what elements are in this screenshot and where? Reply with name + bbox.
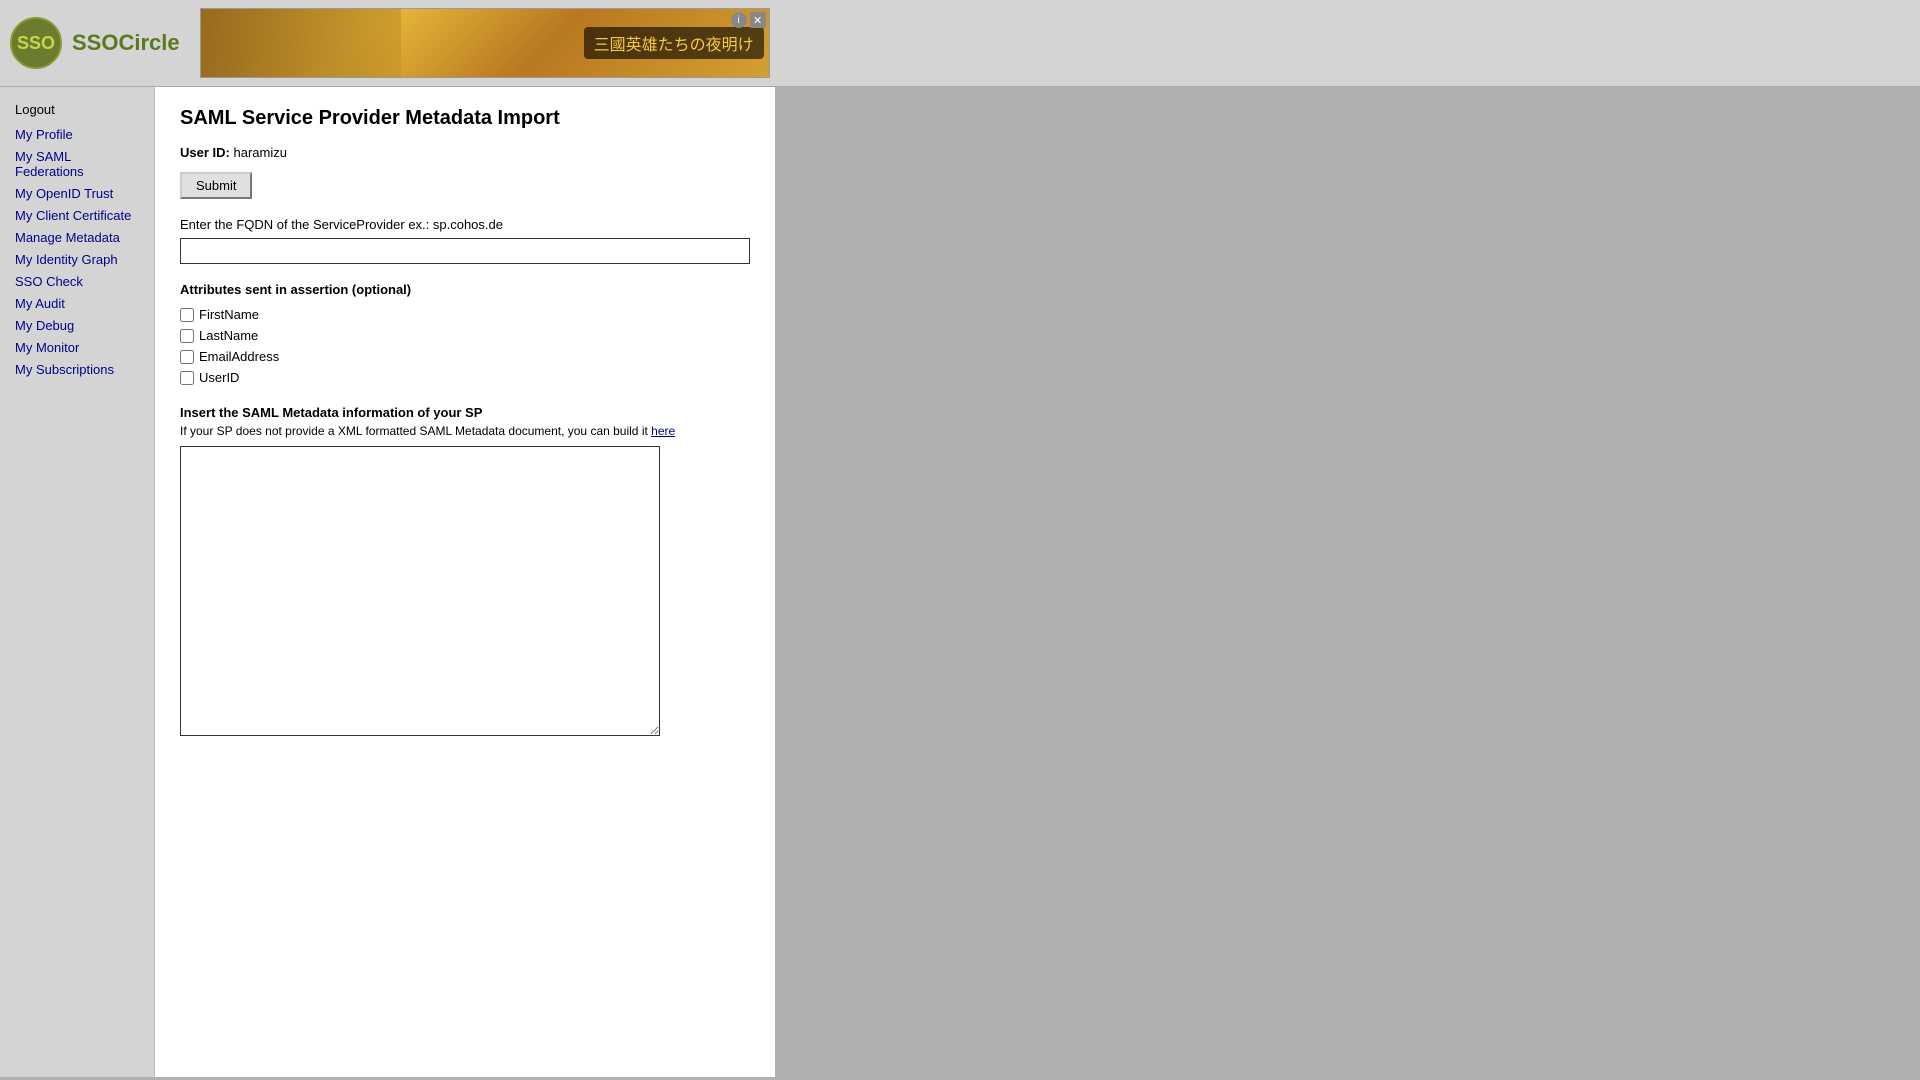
attributes-checkboxes: FirstName LastName EmailAddress UserID: [180, 307, 750, 385]
firstname-checkbox-item: FirstName: [180, 307, 750, 322]
user-id-line: User ID: haramizu: [180, 145, 750, 160]
metadata-textarea[interactable]: [180, 446, 660, 736]
lastname-checkbox[interactable]: [180, 329, 194, 343]
sidebar-item-my-openid-trust[interactable]: My OpenID Trust: [15, 186, 139, 201]
header: SSO SSOCircle 三國英雄たちの夜明け i ✕: [0, 0, 1920, 87]
firstname-checkbox[interactable]: [180, 308, 194, 322]
main-container: Logout My Profile My SAML Federations My…: [0, 87, 1920, 1077]
insert-sublabel-text: If your SP does not provide a XML format…: [180, 424, 648, 438]
sidebar-item-my-identity-graph[interactable]: My Identity Graph: [15, 252, 139, 267]
insert-label: Insert the SAML Metadata information of …: [180, 405, 750, 420]
insert-sublabel: If your SP does not provide a XML format…: [180, 424, 750, 438]
brand-name: SSOCircle: [72, 30, 180, 56]
sidebar-item-my-client-certificate[interactable]: My Client Certificate: [15, 208, 139, 223]
sidebar-item-sso-check[interactable]: SSO Check: [15, 274, 139, 289]
sidebar: Logout My Profile My SAML Federations My…: [0, 87, 155, 1077]
here-link[interactable]: here: [651, 424, 675, 438]
emailaddress-checkbox[interactable]: [180, 350, 194, 364]
page-title: SAML Service Provider Metadata Import: [180, 107, 750, 130]
emailaddress-checkbox-item: EmailAddress: [180, 349, 750, 364]
submit-button[interactable]: Submit: [180, 172, 252, 199]
firstname-label: FirstName: [199, 307, 259, 322]
sidebar-item-manage-metadata[interactable]: Manage Metadata: [15, 230, 139, 245]
user-id-value: haramizu: [233, 145, 286, 160]
sidebar-item-my-monitor[interactable]: My Monitor: [15, 340, 139, 355]
sidebar-item-my-saml-federations[interactable]: My SAML Federations: [15, 149, 139, 179]
lastname-checkbox-item: LastName: [180, 328, 750, 343]
ad-figure: [201, 9, 401, 78]
fqdn-input[interactable]: [180, 238, 750, 264]
sidebar-item-my-audit[interactable]: My Audit: [15, 296, 139, 311]
attributes-label: Attributes sent in assertion (optional): [180, 282, 750, 297]
emailaddress-label: EmailAddress: [199, 349, 279, 364]
userid-checkbox[interactable]: [180, 371, 194, 385]
userid-checkbox-item: UserID: [180, 370, 750, 385]
ad-close-icon[interactable]: ✕: [750, 12, 766, 28]
content-area: SAML Service Provider Metadata Import Us…: [155, 87, 775, 1077]
fqdn-label: Enter the FQDN of the ServiceProvider ex…: [180, 217, 750, 232]
ad-text: 三國英雄たちの夜明け: [584, 27, 764, 59]
sidebar-item-my-debug[interactable]: My Debug: [15, 318, 139, 333]
ad-banner: 三國英雄たちの夜明け i ✕: [200, 8, 770, 78]
lastname-label: LastName: [199, 328, 258, 343]
ad-info-icon[interactable]: i: [731, 12, 747, 28]
right-area: [775, 87, 1920, 1077]
userid-label: UserID: [199, 370, 239, 385]
sidebar-item-logout[interactable]: Logout: [15, 102, 139, 117]
sidebar-item-my-subscriptions[interactable]: My Subscriptions: [15, 362, 139, 377]
logo-icon: SSO: [10, 17, 62, 69]
user-id-label: User ID:: [180, 145, 230, 160]
sidebar-item-my-profile[interactable]: My Profile: [15, 127, 139, 142]
